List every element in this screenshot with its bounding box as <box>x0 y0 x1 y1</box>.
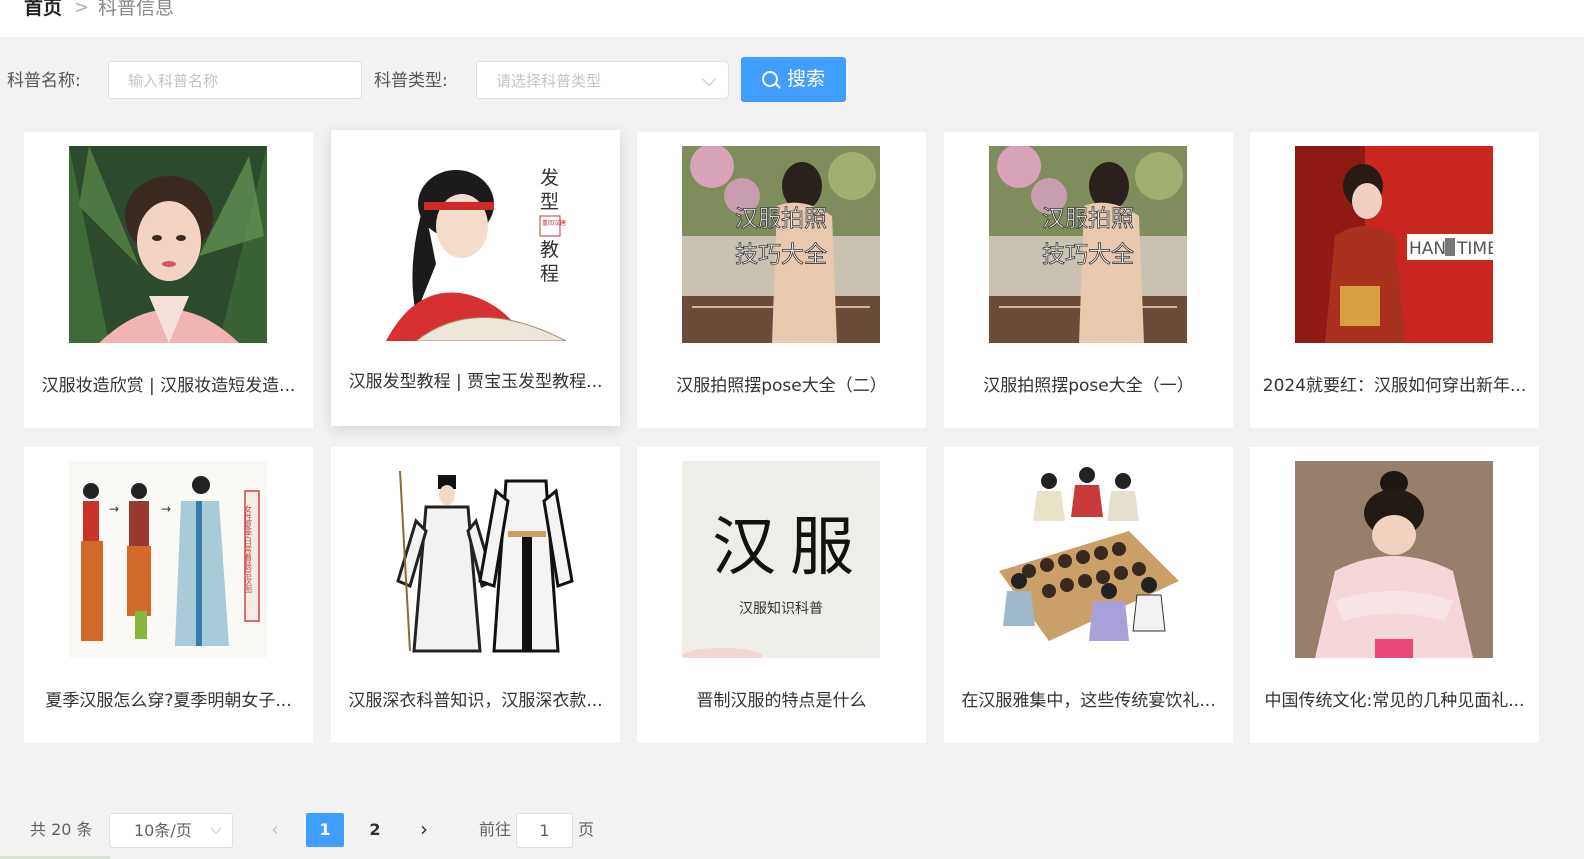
chevron-down-icon <box>210 822 222 834</box>
article-card[interactable]: 在汉服雅集中，这些传统宴饮礼... <box>944 447 1233 743</box>
name-search-input[interactable]: 输入科普名称 <box>108 61 362 99</box>
article-image-hairstyle: 发 型 重回汉唐 教 程 <box>376 144 574 341</box>
article-card[interactable]: 汉服拍照 技巧大全 汉服拍照摆pose大全（一） <box>944 132 1233 428</box>
name-search-placeholder: 输入科普名称 <box>128 72 219 90</box>
article-title[interactable]: 汉服拍照摆pose大全（一） <box>950 374 1227 398</box>
article-title[interactable]: 晋制汉服的特点是什么 <box>643 689 920 713</box>
article-card[interactable]: 汉服拍照 技巧大全 汉服拍照摆pose大全（二） <box>637 132 926 428</box>
article-image-jin-hanfu: 汉 服 汉服知识科普 <box>682 461 880 658</box>
goto-page-suffix: 页 <box>578 820 595 839</box>
article-card[interactable]: → → 女性夏季日常着装层次图 夏季汉服怎么穿?夏季明朝女子... <box>24 447 313 743</box>
prev-page-button[interactable]: ‹ <box>265 818 285 840</box>
article-card[interactable]: 发 型 重回汉唐 教 程 汉服发型教程 | 贾宝玉发型教程... <box>331 130 620 426</box>
chevron-down-icon <box>701 71 717 87</box>
article-title[interactable]: 2024就要红：汉服如何穿出新年... <box>1256 374 1533 398</box>
next-page-button[interactable]: › <box>414 818 434 840</box>
svg-text:汉: 汉 <box>712 511 776 585</box>
svg-text:技巧大全: 技巧大全 <box>1042 242 1134 268</box>
breadcrumb-current: 科普信息 <box>98 0 175 19</box>
article-title[interactable]: 夏季汉服怎么穿?夏季明朝女子... <box>30 689 307 713</box>
goto-label: 前往 <box>479 820 512 839</box>
svg-text:汉服拍照: 汉服拍照 <box>1042 206 1134 232</box>
article-title[interactable]: 汉服深衣科普知识，汉服深衣款... <box>337 689 614 713</box>
article-image-pose-1: 汉服拍照 技巧大全 <box>989 146 1187 343</box>
search-button[interactable]: 搜索 <box>741 57 846 102</box>
svg-text:女性夏季日常着装层次图: 女性夏季日常着装层次图 <box>244 504 253 594</box>
type-select-placeholder: 请选择科普类型 <box>496 72 602 90</box>
search-button-label: 搜索 <box>787 68 826 90</box>
article-image-etiquette <box>1295 461 1493 658</box>
svg-text:技巧大全: 技巧大全 <box>735 242 827 268</box>
name-filter-label: 科普名称: <box>7 71 81 91</box>
article-card[interactable]: 汉服深衣科普知识，汉服深衣款... <box>331 447 620 743</box>
breadcrumb-separator-icon: > <box>74 0 90 18</box>
article-title[interactable]: 在汉服雅集中，这些传统宴饮礼... <box>950 689 1227 713</box>
svg-text:→: → <box>109 502 119 516</box>
type-filter-label: 科普类型: <box>374 71 448 91</box>
article-title[interactable]: 汉服妆造欣赏 | 汉服妆造短发造... <box>30 374 307 398</box>
page-size-select[interactable]: 10条/页 <box>109 813 233 848</box>
article-card[interactable]: HAN TIME 2024就要红：汉服如何穿出新年... <box>1250 132 1539 428</box>
svg-text:HAN: HAN <box>1409 239 1446 259</box>
svg-text:TIME: TIME <box>1456 239 1493 259</box>
svg-text:发: 发 <box>540 167 559 189</box>
article-image-banquet <box>989 461 1187 658</box>
svg-text:程: 程 <box>540 263 559 285</box>
svg-text:教: 教 <box>540 239 559 261</box>
article-image-summer: → → 女性夏季日常着装层次图 <box>69 461 267 658</box>
page-button-1[interactable]: 1 <box>306 813 344 847</box>
article-card[interactable]: 汉服妆造欣赏 | 汉服妆造短发造... <box>24 132 313 428</box>
svg-text:型: 型 <box>540 191 559 213</box>
goto-page-input[interactable]: 1 <box>516 813 573 848</box>
article-image-pose-2: 汉服拍照 技巧大全 <box>682 146 880 343</box>
article-title[interactable]: 汉服发型教程 | 贾宝玉发型教程... <box>337 370 614 394</box>
svg-text:重回汉唐: 重回汉唐 <box>542 219 566 227</box>
svg-text:服: 服 <box>790 511 854 585</box>
header-bar: 首页 > 科普信息 <box>0 0 1584 37</box>
page-size-value: 10条/页 <box>134 821 192 840</box>
article-card[interactable]: 汉 服 汉服知识科普 晋制汉服的特点是什么 <box>637 447 926 743</box>
article-card[interactable]: 中国传统文化:常见的几种见面礼... <box>1250 447 1539 743</box>
svg-text:汉服拍照: 汉服拍照 <box>735 206 827 232</box>
article-image-makeup <box>69 146 267 343</box>
article-image-shenyi <box>376 461 574 658</box>
svg-text:汉服知识科普: 汉服知识科普 <box>739 600 823 617</box>
article-image-new-year: HAN TIME <box>1295 146 1493 343</box>
search-icon <box>762 71 778 87</box>
article-title[interactable]: 汉服拍照摆pose大全（二） <box>643 374 920 398</box>
type-select[interactable]: 请选择科普类型 <box>476 61 729 99</box>
article-title[interactable]: 中国传统文化:常见的几种见面礼... <box>1256 689 1533 713</box>
pagination-total: 共 20 条 <box>30 820 93 839</box>
page-button-2[interactable]: 2 <box>356 813 394 847</box>
breadcrumb-home[interactable]: 首页 <box>24 0 62 22</box>
svg-text:→: → <box>161 502 171 516</box>
